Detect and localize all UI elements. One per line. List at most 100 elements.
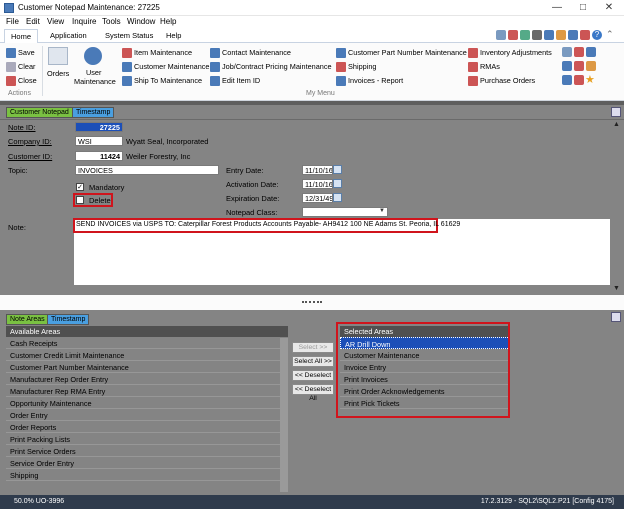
inventory-adjustments-link[interactable]: Inventory Adjustments [468,48,552,59]
clear-button[interactable]: Clear [6,62,35,73]
tools-icon[interactable] [580,30,590,40]
grid-icon-8[interactable] [574,75,584,85]
menu-inquire[interactable]: Inquire [72,17,96,26]
user-icon [84,47,102,65]
close-button[interactable]: Close [6,76,37,87]
activation-date-label: Activation Date: [226,180,279,189]
rmas-link[interactable]: RMAs [468,62,500,73]
grid-icon-6[interactable] [586,61,596,71]
list-item[interactable]: Customer Part Number Maintenance [6,361,288,373]
select-button[interactable]: Select >> [292,342,334,353]
customer-part-number-link[interactable]: Customer Part Number Maintenance [336,48,467,59]
list-item[interactable]: Manufacturer Rep RMA Entry [6,385,288,397]
edit-item-id-link[interactable]: Edit Item ID [210,76,260,87]
panel2-options-icon[interactable] [611,312,621,322]
maximize-icon[interactable]: □ [572,0,594,16]
tab-timestamp[interactable]: Timestamp [72,107,115,118]
ship-to-maintenance-link[interactable]: Ship To Maintenance [122,76,202,87]
select-all-button[interactable]: Select All >> [292,356,334,367]
entry-date-label: Entry Date: [226,166,264,175]
tab-system-status[interactable]: System Status [105,31,153,40]
job-contract-pricing-link[interactable]: Job/Contract Pricing Maintenance [210,62,332,73]
list-item[interactable]: Print Packing Lists [6,433,288,445]
activation-date-input[interactable]: 11/10/16 [302,179,333,189]
scroll-up-icon[interactable]: ▲ [613,121,620,128]
grid-icon-2[interactable] [574,47,584,57]
help-icon[interactable]: ? [592,30,602,40]
entry-date-calendar-icon[interactable] [333,165,342,174]
ribbon-icon-grid: ★ [562,47,622,93]
delete-checkbox[interactable] [76,196,84,204]
grid-icon-4[interactable] [562,61,572,71]
print-icon[interactable] [532,30,542,40]
save-icon [6,48,16,59]
notes-icon[interactable] [556,30,566,40]
entry-date-input[interactable]: 11/10/16 [302,165,333,175]
list-item[interactable]: Shipping [6,469,288,481]
contact-maintenance-link[interactable]: Contact Maintenance [210,48,291,59]
purchase-orders-link[interactable]: Purchase Orders [468,76,535,87]
company-id-input[interactable]: WSI [75,136,123,146]
menu-view[interactable]: View [47,17,64,26]
panel-splitter[interactable] [0,295,624,310]
title-bar: Customer Notepad Maintenance: 27225 — □ … [0,0,624,16]
customer-name: Weiler Forestry, Inc [126,152,191,161]
grid-icon-1[interactable] [562,47,572,57]
deselect-button[interactable]: << Deselect [292,370,334,381]
list-item[interactable]: Manufacturer Rep Order Entry [6,373,288,385]
available-scrollbar[interactable] [280,338,288,492]
delete-icon[interactable] [508,30,518,40]
grid-icon-7[interactable] [562,75,572,85]
mandatory-checkbox[interactable]: ✓ [76,183,84,191]
note-id-input[interactable]: 27225 [75,122,123,132]
save-icon[interactable] [544,30,554,40]
list-item[interactable]: Customer Credit Limit Maintenance [6,349,288,361]
invoices-report-link[interactable]: Invoices - Report [336,76,403,87]
scroll-down-icon[interactable]: ▼ [613,285,620,292]
list-item[interactable]: Print Service Orders [6,445,288,457]
minimize-icon[interactable]: — [546,0,568,16]
refresh-icon[interactable] [496,30,506,40]
list-item[interactable]: Order Reports [6,421,288,433]
customer-maintenance-link[interactable]: Customer Maintenance [122,62,209,73]
expiration-date-calendar-icon[interactable] [333,193,342,202]
tab-note-areas[interactable]: Note Areas [6,314,49,325]
contact-icon [210,48,220,59]
topic-input[interactable]: INVOICES [75,165,219,175]
window-icon[interactable] [568,30,578,40]
menu-file[interactable]: File [6,17,19,26]
tab-application[interactable]: Application [50,31,87,40]
tab-customer-notepad[interactable]: Customer Notepad [6,107,73,118]
menu-window[interactable]: Window [127,17,155,26]
menu-help[interactable]: Help [160,17,176,26]
item-maintenance-link[interactable]: Item Maintenance [122,48,192,59]
activation-date-calendar-icon[interactable] [333,179,342,188]
customer-id-input[interactable]: 11424 [75,151,123,161]
list-item[interactable]: Order Entry [6,409,288,421]
notepad-class-label: Notepad Class: [226,208,278,217]
close-icon[interactable]: ✕ [598,0,620,16]
expiration-date-input[interactable]: 12/31/49 [302,193,333,203]
tab-timestamp-areas[interactable]: Timestamp [47,314,90,325]
menu-tools[interactable]: Tools [102,17,121,26]
shipping-link[interactable]: Shipping [336,62,376,73]
star-icon[interactable]: ★ [585,73,595,86]
grid-icon-5[interactable] [574,61,584,71]
list-item[interactable]: Cash Receipts [6,337,288,349]
list-item[interactable]: Opportunity Maintenance [6,397,288,409]
grid-icon-3[interactable] [586,47,596,57]
list-item[interactable]: Service Order Entry [6,457,288,469]
menu-edit[interactable]: Edit [26,17,40,26]
panel-options-icon[interactable] [611,107,621,117]
notepad-class-select[interactable] [302,207,388,217]
tab-home[interactable]: Home [4,29,39,44]
save-button[interactable]: Save [6,48,35,59]
ribbon-collapse-icon[interactable]: ⌃ [606,29,614,40]
tab-help[interactable]: Help [166,31,181,40]
status-bar: 50.0% UO-3996 17.2.3129 - SQL2\SQL2.P21 … [0,495,624,509]
deselect-all-button[interactable]: << Deselect All [292,384,334,402]
customer-icon [122,62,132,73]
chevron-down-icon[interactable]: ▼ [377,208,387,216]
new-icon[interactable] [520,30,530,40]
app-icon [4,3,14,13]
